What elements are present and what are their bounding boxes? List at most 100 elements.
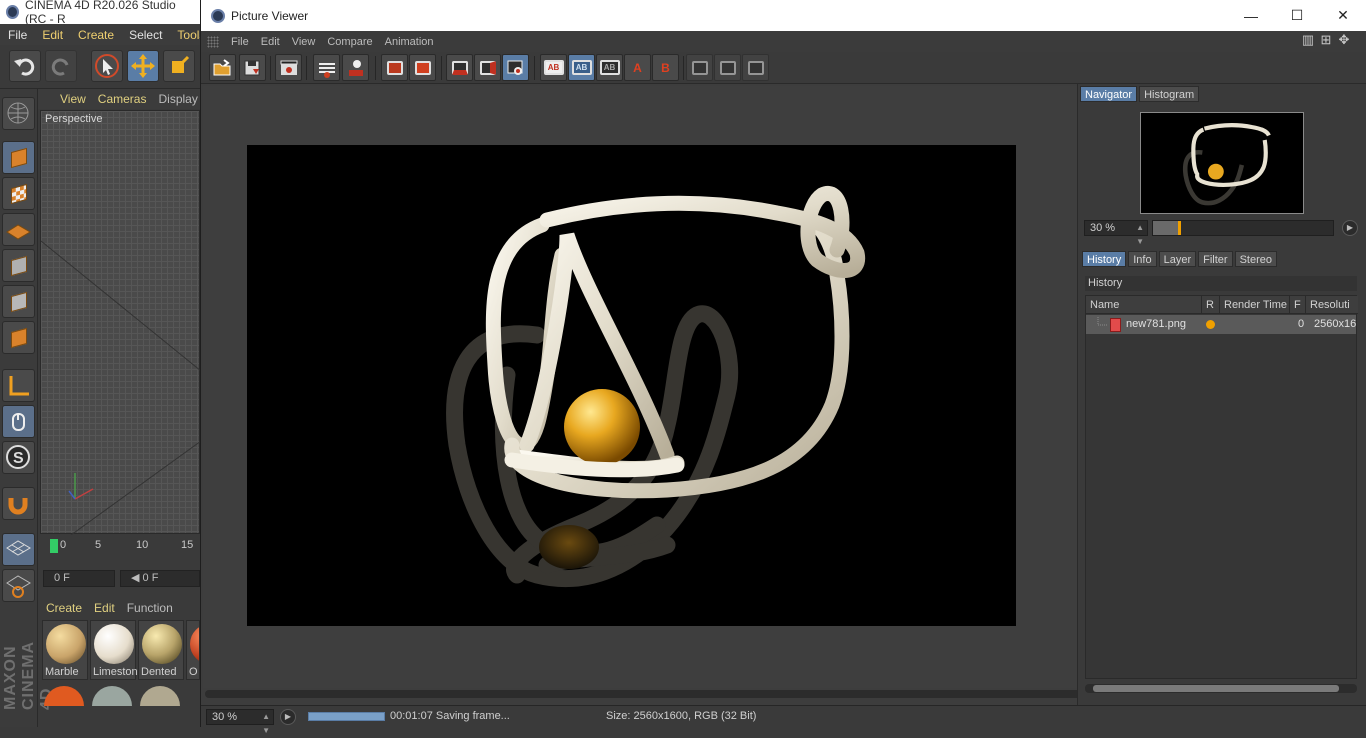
copy-red-icon [386, 60, 403, 75]
status-play-icon[interactable]: ▶ [280, 709, 296, 725]
tweak-mode-button[interactable] [2, 405, 35, 438]
pv-menu-view[interactable]: View [286, 36, 322, 48]
material-preview-ball[interactable] [92, 686, 132, 706]
swap-horizontal-button[interactable] [742, 54, 769, 81]
view-group-button[interactable] [502, 54, 529, 81]
planar-workplane-button[interactable] [2, 569, 35, 602]
status-zoom-field[interactable]: 30 % ▲ ▼ [206, 709, 274, 735]
swap-vertical-button[interactable] [714, 54, 741, 81]
main-menu-select[interactable]: Select [121, 28, 169, 42]
material-menu-create[interactable]: Create [40, 601, 88, 615]
workplane-button[interactable] [2, 97, 35, 130]
locked-grid-icon [6, 540, 31, 556]
navigator-play-icon[interactable]: ▶ [1342, 220, 1358, 236]
tab-history[interactable]: History [1082, 251, 1127, 267]
copy-button[interactable] [381, 54, 408, 81]
texture-mode-button[interactable] [2, 177, 35, 210]
new-panel-icon[interactable]: ⊞ [1319, 33, 1333, 47]
column-header-resolution[interactable]: Resoluti [1306, 296, 1358, 314]
viewport-menu-cameras[interactable]: Cameras [92, 92, 153, 106]
model-mode-button[interactable] [2, 141, 35, 174]
material-menu-edit[interactable]: Edit [88, 601, 121, 615]
material-preview-ball[interactable] [44, 686, 84, 706]
column-header-r[interactable]: R [1202, 296, 1220, 314]
perspective-viewport[interactable]: Perspective [40, 110, 201, 535]
history-horizontal-scrollbar[interactable] [1085, 684, 1357, 693]
material-swatch[interactable]: Marble [42, 620, 88, 680]
workplane-mode-button[interactable] [2, 213, 35, 246]
polygons-mode-button[interactable] [2, 321, 35, 354]
tab-navigator[interactable]: Navigator [1080, 86, 1138, 102]
move-tool-button[interactable] [127, 50, 159, 82]
current-frame-field[interactable]: ◀ 0 F [120, 570, 200, 587]
scale-tool-button[interactable] [163, 50, 195, 82]
view-group-icon [507, 60, 522, 75]
view-single-button[interactable] [446, 54, 473, 81]
table-row[interactable]: new781.png 0 2560x16 [1086, 315, 1356, 334]
navigator-zoom-slider[interactable] [1152, 220, 1334, 236]
tab-stereo[interactable]: Stereo [1234, 251, 1277, 267]
arrange-button[interactable] [313, 54, 340, 81]
history-tabs: History Info Layer Filter Stereo [1082, 251, 1279, 267]
swap-ab-button[interactable] [686, 54, 713, 81]
material-swatch[interactable]: O [186, 620, 200, 680]
spinner-arrows-icon[interactable]: ▲ ▼ [1136, 221, 1144, 249]
main-menu-create[interactable]: Create [70, 28, 121, 42]
axis-mode-button[interactable] [2, 369, 35, 402]
ab-compare-button[interactable]: AB [540, 54, 567, 81]
layout-panel-icon[interactable]: ▥ [1301, 33, 1315, 47]
paste-button[interactable] [409, 54, 436, 81]
swap-ab-icon [691, 60, 708, 75]
ab-overlay-button[interactable]: AB [568, 54, 595, 81]
main-menu-file[interactable]: File [0, 28, 34, 42]
timeline-playhead[interactable] [50, 539, 58, 553]
start-frame-field[interactable]: 0 F [43, 570, 115, 587]
open-button[interactable] [209, 54, 236, 81]
ab-diff-button[interactable]: AB [596, 54, 623, 81]
tab-filter[interactable]: Filter [1198, 251, 1233, 267]
zoom-slider-knob[interactable] [1178, 221, 1182, 235]
column-header-render-time[interactable]: Render Time [1220, 296, 1290, 314]
pv-menu-file[interactable]: File [219, 36, 255, 48]
navigator-thumbnail[interactable] [1140, 112, 1304, 214]
set-b-button[interactable]: B [652, 54, 679, 81]
timeline[interactable]: 0 5 10 15 [40, 536, 200, 564]
select-tool-button[interactable] [91, 50, 123, 82]
viewport-menu-view[interactable]: View [38, 92, 92, 106]
pv-menu-compare[interactable]: Compare [321, 36, 378, 48]
picture-viewer-toolbar: AB AB AB A B [201, 52, 1366, 84]
main-menu-edit[interactable]: Edit [34, 28, 70, 42]
tab-info[interactable]: Info [1128, 251, 1157, 267]
undo-button[interactable] [9, 50, 41, 82]
render-settings-button[interactable] [275, 54, 302, 81]
close-button[interactable]: ✕ [1320, 0, 1366, 31]
edges-mode-button[interactable] [2, 285, 35, 318]
maximize-button[interactable]: ☐ [1274, 0, 1320, 31]
pv-menu-animation[interactable]: Animation [379, 36, 440, 48]
lock-workplane-button[interactable] [2, 533, 35, 566]
material-swatch[interactable]: Dented [138, 620, 184, 680]
tab-histogram[interactable]: Histogram [1139, 86, 1200, 102]
move-panel-icon[interactable]: ✥ [1337, 33, 1351, 47]
material-preview-ball[interactable] [140, 686, 180, 706]
minimize-button[interactable]: — [1228, 0, 1274, 31]
viewport-menu-display[interactable]: Display [152, 92, 203, 106]
pv-menu-edit[interactable]: Edit [255, 36, 286, 48]
ab-compare-icon: AB [543, 60, 564, 75]
tab-layer[interactable]: Layer [1158, 251, 1197, 267]
points-mode-button[interactable] [2, 249, 35, 282]
set-a-button[interactable]: A [624, 54, 651, 81]
solo-button[interactable]: S [2, 441, 35, 474]
material-swatch[interactable]: Limestone [90, 620, 137, 680]
navigator-zoom-field[interactable]: 30 % ▲ ▼ [1084, 220, 1148, 246]
spinner-arrows-icon[interactable]: ▲ ▼ [262, 710, 270, 738]
column-header-name[interactable]: Name [1086, 296, 1202, 314]
save-button[interactable] [239, 54, 266, 81]
column-header-frame[interactable]: F [1290, 296, 1306, 314]
export-button[interactable] [342, 54, 369, 81]
material-menu-function[interactable]: Function [121, 601, 179, 615]
view-split-button[interactable] [474, 54, 501, 81]
scrollbar-thumb[interactable] [1093, 685, 1339, 692]
redo-button[interactable] [45, 50, 77, 82]
snap-button[interactable] [2, 487, 35, 520]
